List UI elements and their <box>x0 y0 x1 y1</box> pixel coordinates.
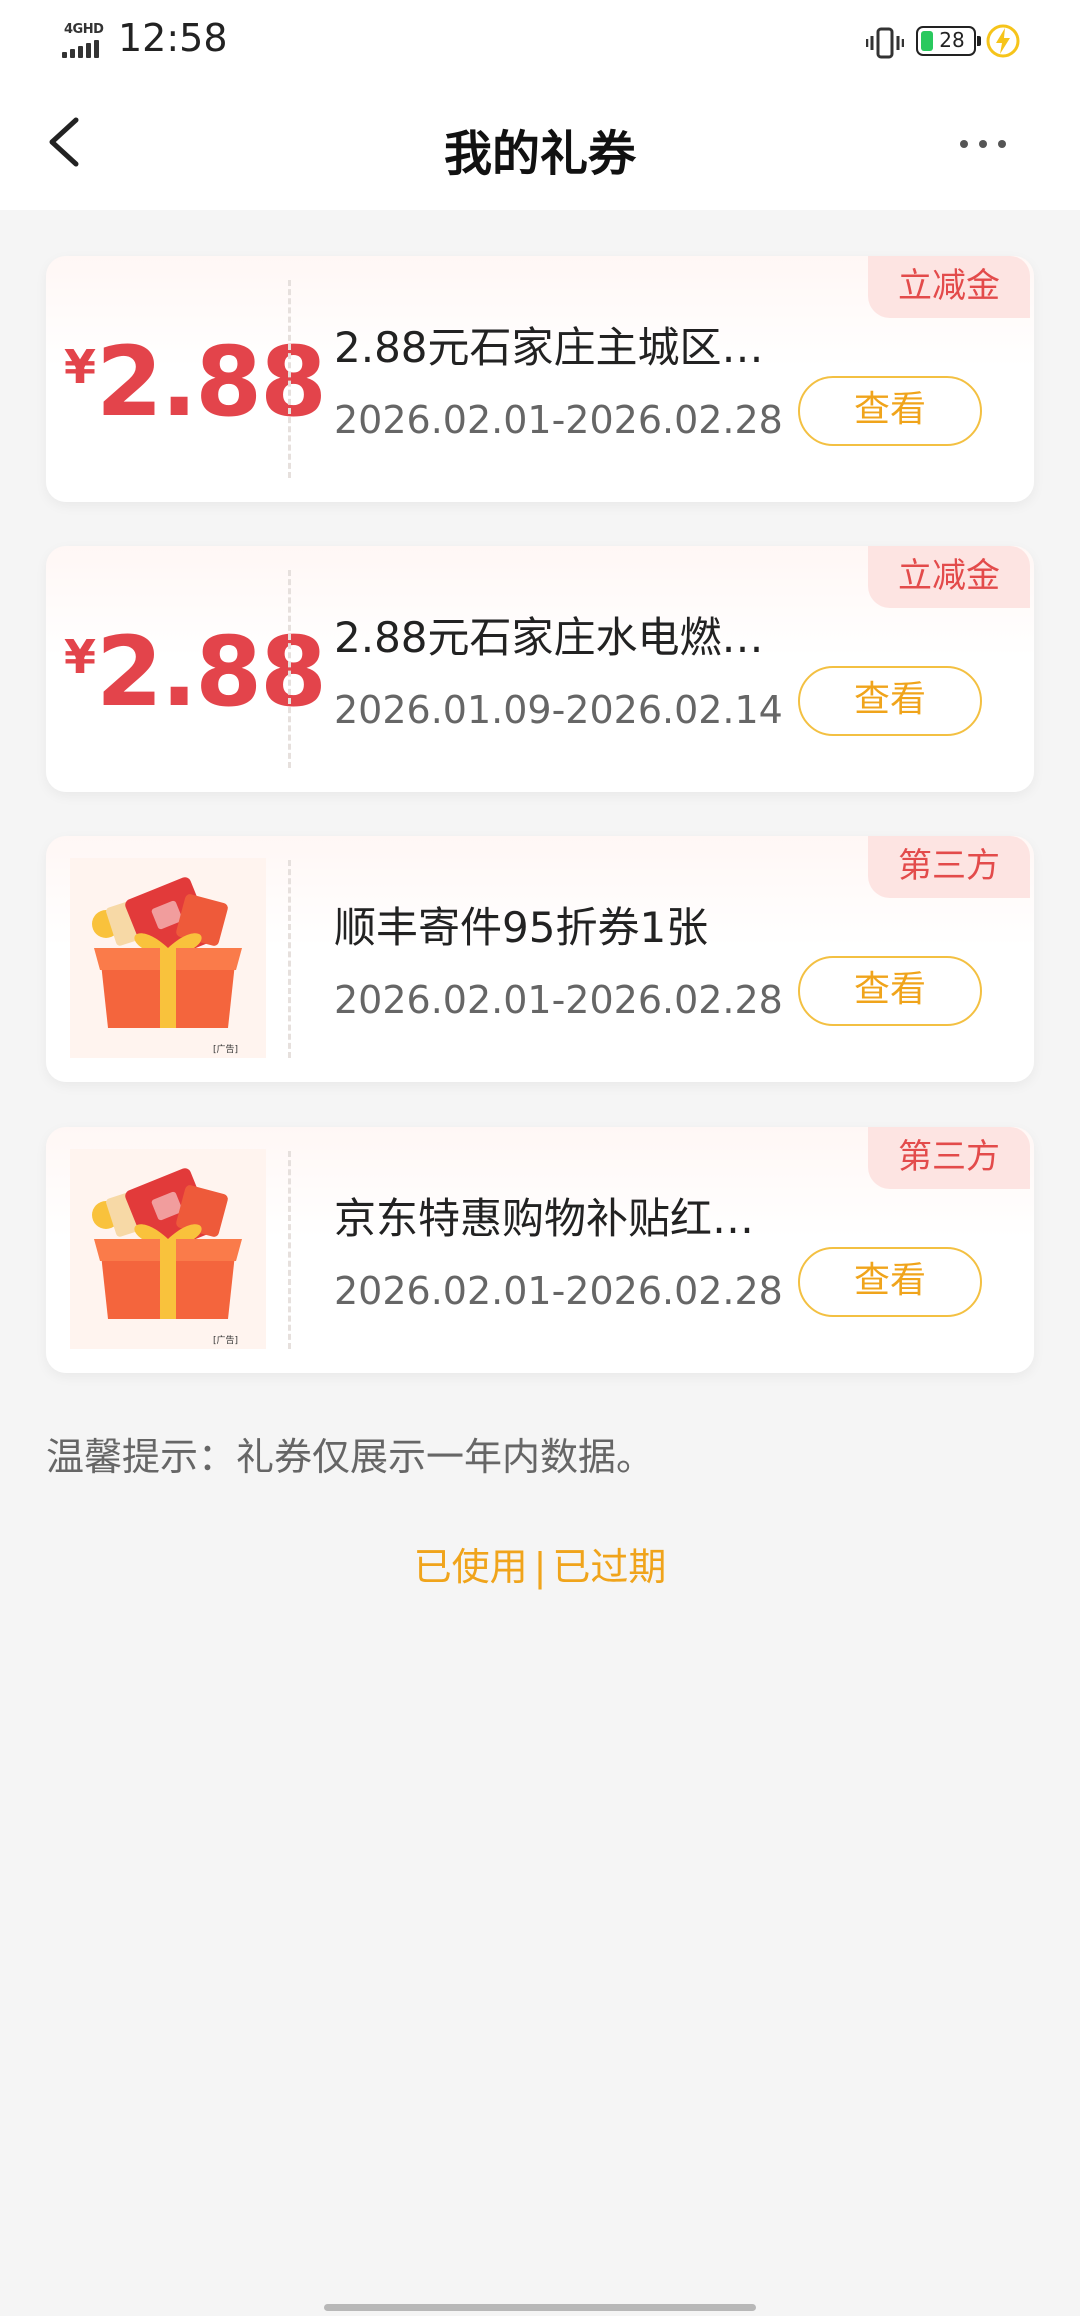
signal-icon: 4GHD <box>62 22 112 62</box>
tip-text: 温馨提示：礼券仅展示一年内数据。 <box>46 1435 655 1479</box>
currency-symbol: ¥ <box>64 630 97 684</box>
coupon-tag: 立减金 <box>868 546 1030 608</box>
more-options-icon[interactable] <box>960 124 1030 164</box>
gift-box-image: [广告] <box>70 1149 266 1349</box>
coupon-card[interactable]: 第三方 [广告] 顺丰寄件95折券1张 2026.02.01-2026.02.2… <box>46 836 1034 1082</box>
status-time: 12:58 <box>118 16 228 60</box>
coupon-title: 顺丰寄件95折券1张 <box>334 903 709 952</box>
battery-level: 28 <box>939 28 965 52</box>
dashed-divider <box>288 280 291 478</box>
home-indicator[interactable] <box>324 2304 756 2311</box>
status-bar: 4GHD 12:58 28 <box>0 0 1080 84</box>
view-button[interactable]: 查看 <box>798 666 982 736</box>
ad-label: [广告] <box>213 1043 238 1055</box>
charging-icon <box>986 24 1020 58</box>
view-button[interactable]: 查看 <box>798 376 982 446</box>
coupon-date: 2026.02.01-2026.02.28 <box>334 1269 783 1313</box>
coupon-title: 京东特惠购物补贴红… <box>334 1194 755 1243</box>
gift-box-image: [广告] <box>70 858 266 1058</box>
coupon-date: 2026.02.01-2026.02.28 <box>334 978 783 1022</box>
coupon-title: 2.88元石家庄主城区… <box>334 323 764 372</box>
ad-label: [广告] <box>213 1334 238 1346</box>
dashed-divider <box>288 1151 291 1349</box>
nav-header: 我的礼券 <box>0 84 1080 210</box>
coupon-card[interactable]: 第三方 [广告] 京东特惠购物补贴红… 2026.02.01-2026.02.2… <box>46 1127 1034 1373</box>
used-link[interactable]: 已使用 <box>414 1536 528 1591</box>
coupon-card[interactable]: 立减金 ¥2.88 2.88元石家庄水电燃… 2026.01.09-2026.0… <box>46 546 1034 792</box>
dashed-divider <box>288 860 291 1058</box>
coupon-tag: 立减金 <box>868 256 1030 318</box>
coupon-tag: 第三方 <box>868 836 1030 898</box>
vibrate-icon <box>866 27 904 59</box>
expired-link[interactable]: 已过期 <box>552 1536 666 1591</box>
page-title: 我的礼券 <box>443 126 636 182</box>
battery-icon: 28 <box>916 26 981 56</box>
network-type: 4GHD <box>64 22 104 37</box>
coupon-card[interactable]: 立减金 ¥2.88 2.88元石家庄主城区… 2026.02.01-2026.0… <box>46 256 1034 502</box>
dashed-divider <box>288 570 291 768</box>
coupon-tag: 第三方 <box>868 1127 1030 1189</box>
link-separator: | <box>533 1545 547 1589</box>
history-links: 已使用 | 已过期 <box>0 1536 1080 1591</box>
view-button[interactable]: 查看 <box>798 1247 982 1317</box>
coupon-amount: ¥2.88 <box>64 616 327 728</box>
coupon-title: 2.88元石家庄水电燃… <box>334 613 764 662</box>
coupon-date: 2026.02.01-2026.02.28 <box>334 398 783 442</box>
coupon-date: 2026.01.09-2026.02.14 <box>334 688 783 732</box>
view-button[interactable]: 查看 <box>798 956 982 1026</box>
currency-symbol: ¥ <box>64 340 97 394</box>
coupon-amount: ¥2.88 <box>64 326 327 438</box>
